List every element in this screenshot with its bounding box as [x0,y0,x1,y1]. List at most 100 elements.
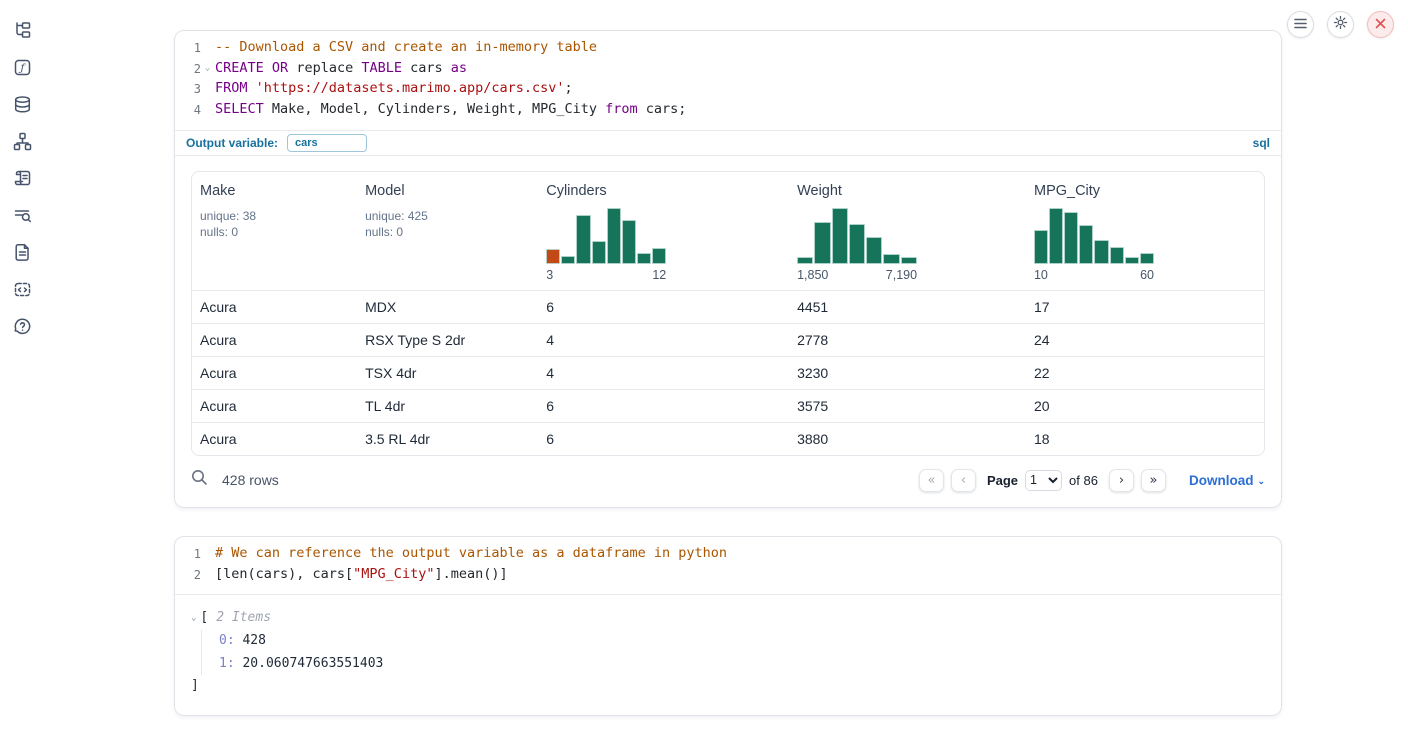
histogram-bar [814,222,830,264]
logs-search-icon [13,206,32,230]
page-select[interactable]: 1 [1025,470,1062,491]
function-sidebar-button[interactable]: ƒ [12,60,32,80]
axis-max-label: 12 [652,268,666,282]
histogram-bar [832,208,848,264]
column-stat: nulls: 0 [200,224,349,240]
column-histogram[interactable] [1034,208,1154,264]
python-code-editor[interactable]: 1# We can reference the output variable … [175,537,1281,595]
code-token: # We can reference the output variable a… [215,545,727,561]
notebook: 1 -- Download a CSV and create an in-memo… [174,30,1282,744]
logs-search-sidebar-button[interactable] [12,208,32,228]
histogram-bar [1125,257,1139,264]
search-button[interactable] [191,469,208,491]
histogram-bar [637,253,651,264]
table-cell: 4451 [789,299,1026,315]
database-sidebar-button[interactable] [12,97,32,117]
next-page-button[interactable]: › [1109,469,1134,492]
dependency-graph-sidebar-button[interactable] [12,134,32,154]
column-stats: unique: 425nulls: 0 [365,208,530,240]
code-text[interactable]: # We can reference the output variable a… [214,544,727,565]
axis-min-label: 10 [1034,268,1048,282]
menu-icon [1294,16,1307,34]
fold-toggle-icon[interactable]: ⌄ [201,59,214,80]
code-token: Make, Model, Cylinders, Weight, MPG_City [264,101,605,117]
documentation-sidebar-button[interactable] [12,245,32,265]
sql-code-editor[interactable]: 1 -- Download a CSV and create an in-memo… [175,31,1281,130]
tree-root-row: ⌄ [ 2 Items [191,608,1265,628]
gear-icon [1333,15,1348,35]
code-text[interactable]: FROM 'https://datasets.marimo.app/cars.c… [214,79,573,100]
column-name: MPG_City [1034,183,1256,199]
left-sidebar: ƒ [0,0,44,729]
table-row[interactable]: Acura3.5 RL 4dr6388018 [192,422,1264,455]
settings-button[interactable] [1327,11,1354,38]
column-histogram[interactable] [797,208,917,264]
sql-cell: 1 -- Download a CSV and create an in-memo… [174,30,1282,508]
column-stats: unique: 38nulls: 0 [200,208,349,240]
top-right-controls [1287,11,1394,38]
table-cell: 4 [538,365,789,381]
table-output: Makeunique: 38nulls: 0Modelunique: 425nu… [175,156,1281,456]
axis-min-label: 1,850 [797,268,828,282]
fold-gutter [201,100,214,121]
code-token: cars [402,60,451,76]
table-cell: 18 [1026,431,1264,447]
download-button[interactable]: Download ⌄ [1189,473,1265,488]
column-header-mpg_city[interactable]: MPG_City1060 [1026,172,1264,290]
scratchpad-scroll-sidebar-button[interactable] [12,171,32,191]
table-cell: Acura [192,431,357,447]
output-tree: ⌄ [ 2 Items 0: 4281: 20.060747663551403 … [175,595,1281,715]
table-row[interactable]: AcuraRSX Type S 2dr4277824 [192,323,1264,356]
histogram-axis: 312 [546,268,666,282]
first-page-button[interactable]: « [919,469,944,492]
column-stat: unique: 38 [200,208,349,224]
table-cell: TSX 4dr [357,365,538,381]
tree-entry-key: 0: [219,633,235,648]
table-cell: 6 [538,431,789,447]
fold-gutter [201,79,214,100]
code-line: 1 -- Download a CSV and create an in-memo… [175,38,1281,59]
code-token: as [451,60,467,76]
table-cell: 6 [538,398,789,414]
table-row[interactable]: AcuraTSX 4dr4323022 [192,356,1264,389]
previous-page-button[interactable]: ‹ [951,469,976,492]
code-token [264,60,272,76]
snippets-code-sidebar-button[interactable] [12,282,32,302]
code-text[interactable]: CREATE OR replace TABLE cars as [214,59,467,80]
histogram-bar [1049,208,1063,264]
help-sidebar-button[interactable] [12,319,32,339]
last-page-button[interactable]: » [1141,469,1166,492]
code-token: [len(cars), cars[ [215,566,353,582]
code-token: TABLE [361,60,402,76]
column-histogram[interactable] [546,208,666,264]
shutdown-button[interactable] [1367,11,1394,38]
code-text[interactable]: [len(cars), cars["MPG_City"].mean()] [214,565,508,586]
table-cell: 3230 [789,365,1026,381]
output-variable-input[interactable] [287,134,367,152]
code-text[interactable]: -- Download a CSV and create an in-memor… [214,38,597,59]
tree-entry-value: 428 [235,633,266,648]
table-row[interactable]: AcuraTL 4dr6357520 [192,389,1264,422]
column-header-make[interactable]: Makeunique: 38nulls: 0 [192,172,357,290]
histogram-bar [1034,230,1048,264]
table-row[interactable]: AcuraMDX6445117 [192,290,1264,323]
table-cell: Acura [192,299,357,315]
histogram-bar [866,237,882,264]
file-tree-sidebar-button[interactable] [12,23,32,43]
line-number: 1 [175,38,201,59]
table-cell: Acura [192,332,357,348]
code-token: ; [565,80,573,96]
tree-entry: 1: 20.060747663551403 [219,653,1265,676]
search-icon [191,469,208,491]
menu-button[interactable] [1287,11,1314,38]
function-icon: ƒ [13,58,32,82]
table-cell: Acura [192,365,357,381]
column-header-cylinders[interactable]: Cylinders312 [538,172,789,290]
histogram-bar [607,208,621,264]
code-text[interactable]: SELECT Make, Model, Cylinders, Weight, M… [214,100,686,121]
table-cell: RSX Type S 2dr [357,332,538,348]
column-header-model[interactable]: Modelunique: 425nulls: 0 [357,172,538,290]
column-name: Weight [797,183,1018,199]
column-header-weight[interactable]: Weight1,8507,190 [789,172,1026,290]
collapse-chevron-icon[interactable]: ⌄ [191,608,196,628]
